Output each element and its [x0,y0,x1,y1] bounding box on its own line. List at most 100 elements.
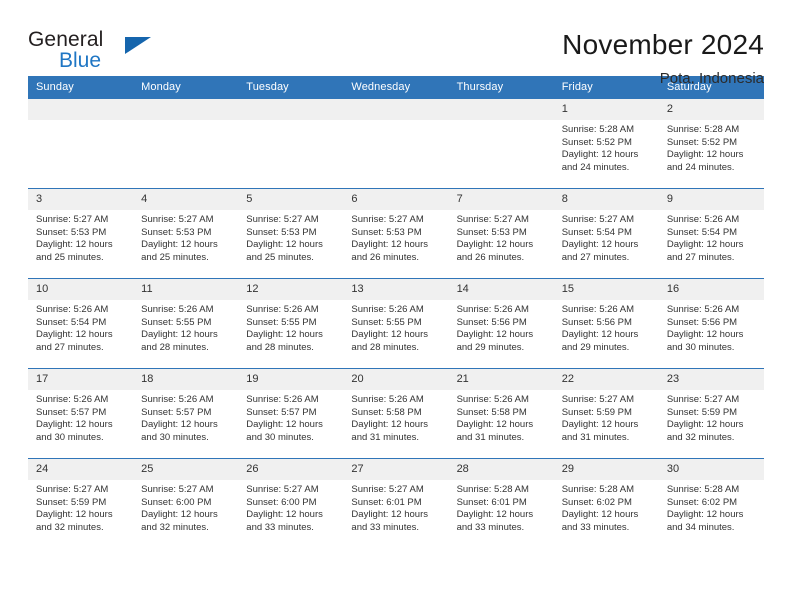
calendar-day-cell[interactable]: 19 Sunrise: 5:26 AM Sunset: 5:57 PM Dayligh… [238,368,344,459]
calendar-day-cell[interactable]: 3 Sunrise: 5:27 AM Sunset: 5:53 PM Daylight… [28,188,134,279]
daylight-text-line2: and 31 minutes. [351,431,420,443]
daylight-text-line1: Daylight: 12 hours [456,329,534,341]
day-details: Sunrise: 5:27 AM Sunset: 5:53 PM Daylight:… [28,210,133,264]
calendar-day-cell[interactable]: 12 Sunrise: 5:26 AM Sunset: 5:55 PM Dayligh… [238,278,344,369]
calendar-day-cell[interactable]: 13 Sunrise: 5:26 AM Sunset: 5:55 PM Dayligh… [343,278,449,369]
day-details: Sunrise: 5:27 AM Sunset: 6:00 PM Daylight:… [133,480,238,534]
calendar-day-cell[interactable]: 4 Sunrise: 5:27 AM Sunset: 5:53 PM Daylight… [133,188,239,279]
daylight-text-line2: and 24 minutes. [561,161,630,173]
sunset-text: Sunset: 6:01 PM [351,496,422,508]
calendar-day-cell[interactable]: 16 Sunrise: 5:26 AM Sunset: 5:56 PM Dayligh… [658,278,764,369]
sunrise-text: Sunrise: 5:26 AM [36,304,109,315]
daylight-text-line2: and 28 minutes. [141,341,209,353]
calendar-day-cell[interactable]: 25 Sunrise: 5:27 AM Sunset: 6:00 PM Dayligh… [133,458,239,549]
sunset-text: Sunset: 6:01 PM [456,496,527,508]
sunset-text: Sunset: 5:57 PM [36,406,107,418]
day-number-placeholder [133,99,239,120]
calendar-day-cell[interactable]: 20 Sunrise: 5:26 AM Sunset: 5:58 PM Dayligh… [343,368,449,459]
daylight-text-line1: Daylight: 12 hours [36,419,113,431]
calendar-day-cell[interactable]: 5 Sunrise: 5:27 AM Sunset: 5:53 PM Daylight… [238,188,344,279]
day-number: 2 [658,99,764,120]
daylight-text-line2: and 32 minutes. [141,521,209,533]
day-number-placeholder [28,99,134,120]
calendar-day-cell[interactable]: 2 Sunrise: 5:28 AM Sunset: 5:52 PM Daylight… [658,98,764,189]
day-number: 26 [238,459,344,480]
weekday-header-tuesday: Tuesday [238,76,344,99]
sunrise-text: Sunrise: 5:26 AM [141,394,214,405]
day-number: 4 [133,189,239,210]
calendar-day-cell[interactable]: 17 Sunrise: 5:26 AM Sunset: 5:57 PM Dayligh… [28,368,134,459]
sunset-text: Sunset: 6:00 PM [246,496,317,508]
day-details: Sunrise: 5:27 AM Sunset: 6:00 PM Daylight:… [238,480,343,534]
daylight-text-line1: Daylight: 12 hours [351,509,428,521]
calendar-day-cell[interactable]: 29 Sunrise: 5:28 AM Sunset: 6:02 PM Dayligh… [553,458,659,549]
sunrise-text: Sunrise: 5:27 AM [351,484,424,495]
day-number: 9 [658,189,764,210]
day-details: Sunrise: 5:28 AM Sunset: 6:01 PM Daylight:… [449,480,554,534]
daylight-text-line1: Daylight: 12 hours [246,239,323,251]
calendar-week-row: 24 Sunrise: 5:27 AM Sunset: 5:59 PM Dayligh… [28,458,764,549]
day-details: Sunrise: 5:26 AM Sunset: 5:55 PM Daylight:… [133,300,238,354]
calendar-day-cell[interactable]: 21 Sunrise: 5:26 AM Sunset: 5:58 PM Dayligh… [448,368,554,459]
sunrise-text: Sunrise: 5:28 AM [456,484,529,495]
sunrise-text: Sunrise: 5:28 AM [666,124,740,135]
calendar-day-cell[interactable]: 1 Sunrise: 5:28 AM Sunset: 5:52 PM Daylight… [553,98,659,189]
daylight-text-line1: Daylight: 12 hours [246,509,323,521]
daylight-text-line1: Daylight: 12 hours [141,509,218,521]
calendar-day-cell[interactable]: 9 Sunrise: 5:26 AM Sunset: 5:54 PM Daylight… [658,188,764,279]
calendar-day-cell[interactable]: 24 Sunrise: 5:27 AM Sunset: 5:59 PM Dayligh… [28,458,134,549]
daylight-text-line1: Daylight: 12 hours [456,239,534,251]
day-details: Sunrise: 5:26 AM Sunset: 5:55 PM Daylight:… [238,300,343,354]
calendar-day-cell[interactable]: 30 Sunrise: 5:28 AM Sunset: 6:02 PM Dayligh… [658,458,764,549]
calendar-day-cell[interactable]: 8 Sunrise: 5:27 AM Sunset: 5:54 PM Daylight… [553,188,659,279]
day-number: 27 [343,459,449,480]
calendar-day-cell[interactable]: 28 Sunrise: 5:28 AM Sunset: 6:01 PM Dayligh… [448,458,554,549]
page-title: November 2024 [562,29,764,60]
daylight-text-line2: and 26 minutes. [351,251,420,263]
day-details: Sunrise: 5:27 AM Sunset: 5:59 PM Daylight:… [659,390,764,444]
brand-logo[interactable]: General Blue [28,28,198,80]
sunset-text: Sunset: 5:59 PM [561,406,632,418]
calendar-day-cell[interactable]: 7 Sunrise: 5:27 AM Sunset: 5:53 PM Daylight… [448,188,554,279]
page-header: General Blue November 2024 Pota, Indones… [28,0,764,87]
sunrise-text: Sunrise: 5:26 AM [666,214,740,225]
daylight-text-line2: and 33 minutes. [351,521,420,533]
sunrise-text: Sunrise: 5:27 AM [36,484,109,495]
day-number: 14 [448,279,554,300]
day-details: Sunrise: 5:26 AM Sunset: 5:55 PM Daylight:… [343,300,448,354]
calendar-day-cell[interactable]: 14 Sunrise: 5:26 AM Sunset: 5:56 PM Dayligh… [448,278,554,369]
daylight-text-line2: and 28 minutes. [351,341,420,353]
day-details: Sunrise: 5:26 AM Sunset: 5:57 PM Daylight:… [28,390,133,444]
day-details: Sunrise: 5:27 AM Sunset: 5:53 PM Daylight:… [133,210,238,264]
day-number: 6 [343,189,449,210]
sunrise-text: Sunrise: 5:26 AM [351,394,424,405]
calendar-day-cell[interactable]: 18 Sunrise: 5:26 AM Sunset: 5:57 PM Dayligh… [133,368,239,459]
triangle-icon [125,37,151,54]
daylight-text-line1: Daylight: 12 hours [561,239,639,251]
daylight-text-line1: Daylight: 12 hours [351,239,428,251]
calendar-day-cell[interactable]: 26 Sunrise: 5:27 AM Sunset: 6:00 PM Dayligh… [238,458,344,549]
day-details: Sunrise: 5:26 AM Sunset: 5:54 PM Daylight:… [659,210,764,264]
calendar-day-cell[interactable]: 6 Sunrise: 5:27 AM Sunset: 5:53 PM Daylight… [343,188,449,279]
daylight-text-line1: Daylight: 12 hours [141,239,218,251]
sunrise-text: Sunrise: 5:26 AM [456,394,529,405]
sunrise-text: Sunrise: 5:27 AM [246,214,319,225]
sunset-text: Sunset: 6:02 PM [561,496,632,508]
calendar-day-cell[interactable]: 15 Sunrise: 5:26 AM Sunset: 5:56 PM Dayligh… [553,278,659,369]
daylight-text-line1: Daylight: 12 hours [666,509,744,521]
sunset-text: Sunset: 5:53 PM [141,226,212,238]
daylight-text-line2: and 32 minutes. [666,431,735,443]
calendar-day-cell[interactable]: 27 Sunrise: 5:27 AM Sunset: 6:01 PM Dayligh… [343,458,449,549]
daylight-text-line2: and 31 minutes. [561,431,630,443]
calendar-day-cell-empty [448,98,554,189]
day-number: 30 [658,459,764,480]
sunset-text: Sunset: 5:55 PM [351,316,422,328]
calendar-day-cell[interactable]: 10 Sunrise: 5:26 AM Sunset: 5:54 PM Dayligh… [28,278,134,369]
calendar-day-cell[interactable]: 11 Sunrise: 5:26 AM Sunset: 5:55 PM Dayligh… [133,278,239,369]
day-number: 11 [133,279,239,300]
day-number: 19 [238,369,344,390]
calendar-day-cell[interactable]: 22 Sunrise: 5:27 AM Sunset: 5:59 PM Dayligh… [553,368,659,459]
calendar-day-cell[interactable]: 23 Sunrise: 5:27 AM Sunset: 5:59 PM Dayligh… [658,368,764,459]
day-number: 17 [28,369,134,390]
sunset-text: Sunset: 5:59 PM [666,406,738,418]
